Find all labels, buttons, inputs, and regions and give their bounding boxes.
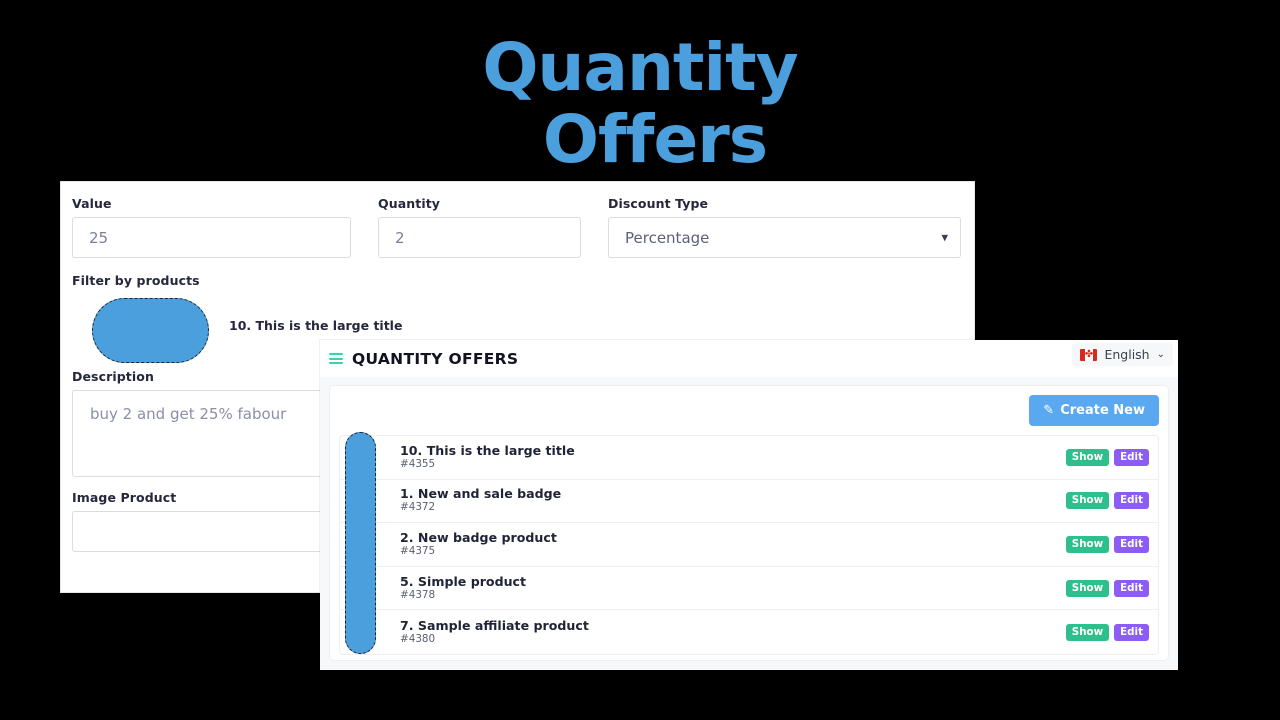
offer-row[interactable]: 1. New and sale badge #4372 Show Edit: [340, 480, 1158, 524]
offer-row[interactable]: 5. Simple product #4378 Show Edit: [340, 567, 1158, 611]
offer-texts: 1. New and sale badge #4372: [400, 487, 1066, 514]
show-button[interactable]: Show: [1065, 492, 1110, 510]
offer-title: 7. Sample affiliate product: [400, 617, 589, 633]
value-label: Value: [72, 196, 112, 211]
offer-title: 10. This is the large title: [400, 442, 575, 458]
show-button[interactable]: Show: [1065, 535, 1110, 553]
filter-by-products-label: Filter by products: [72, 273, 200, 288]
offer-texts: 10. This is the large title #4355: [400, 442, 1066, 471]
discount-type-selected-value: Percentage: [625, 228, 710, 247]
offer-texts: 2. New badge product #4375: [400, 529, 1066, 558]
offers-list: 10. This is the large title #4355 Show Edit…: [339, 435, 1159, 655]
form-top-row: Value 25 Quantity 2 Discount Type Percen…: [72, 196, 963, 258]
edit-button[interactable]: Edit: [1114, 535, 1149, 553]
offer-title: 2. New badge product: [400, 529, 557, 545]
show-button[interactable]: Show: [1065, 623, 1110, 641]
offer-row[interactable]: 10. This is the large title #4355 Show Edit: [340, 436, 1158, 480]
pencil-icon: ✎: [1043, 403, 1055, 418]
offer-row-actions: Show Edit: [1065, 623, 1158, 641]
offer-title: 5. Simple product: [400, 573, 527, 589]
offer-id: #4375: [400, 544, 436, 557]
discount-type-select[interactable]: Percentage ▾: [608, 217, 961, 258]
chevron-down-icon: ▾: [941, 230, 948, 245]
show-button[interactable]: Show: [1065, 448, 1110, 466]
discount-type-label: Discount Type: [608, 196, 709, 211]
value-input[interactable]: 25: [72, 217, 351, 258]
show-button[interactable]: Show: [1065, 579, 1110, 597]
offer-id: #4380: [400, 632, 436, 645]
canada-flag-icon: ✤: [1080, 348, 1098, 361]
edit-button[interactable]: Edit: [1114, 623, 1149, 641]
offer-row-actions: Show Edit: [1065, 492, 1158, 510]
offer-texts: 5. Simple product #4378: [400, 573, 1066, 602]
chevron-down-icon: ⌄: [1156, 349, 1165, 360]
app-title: QUANTITY OFFERS: [352, 349, 519, 368]
screenshot-root: Quantity Offers Value 25 Quantity 2 Disc…: [0, 0, 1280, 720]
edit-button[interactable]: Edit: [1114, 448, 1149, 466]
offer-id: #4355: [400, 457, 436, 470]
app-topbar: QUANTITY OFFERS ✤ English ⌄: [320, 340, 1178, 377]
page-title-line-1: Quantity: [482, 29, 798, 106]
selected-product-title: 10. This is the large title: [229, 318, 403, 333]
edit-button[interactable]: Edit: [1114, 579, 1149, 597]
app-content-area: ✎ Create New 10. This is the large title…: [320, 377, 1178, 670]
create-new-button-label: Create New: [1060, 403, 1145, 418]
quantity-label: Quantity: [378, 196, 441, 211]
offer-id: #4372: [400, 501, 436, 514]
offer-title: 1. New and sale badge: [400, 486, 562, 502]
offer-texts: 7. Sample affiliate product #4380: [400, 617, 1066, 646]
quantity-field-group: Quantity 2: [378, 196, 581, 258]
offer-row[interactable]: 2. New badge product #4375 Show Edit: [340, 523, 1158, 567]
offer-id: #4378: [400, 588, 436, 601]
quantity-input[interactable]: 2: [378, 217, 581, 258]
discount-type-field-group: Discount Type Percentage ▾: [608, 196, 961, 258]
offers-card: ✎ Create New 10. This is the large title…: [329, 385, 1169, 661]
page-title: Quantity Offers: [0, 32, 1280, 176]
offer-row[interactable]: 7. Sample affiliate product #4380 Show Edit: [340, 610, 1158, 654]
offer-list-highlight-annotation: [345, 432, 376, 654]
maple-leaf-glyph: ✤: [1084, 348, 1094, 360]
page-title-line-2: Offers: [542, 101, 768, 178]
offer-row-actions: Show Edit: [1065, 579, 1158, 597]
offer-row-actions: Show Edit: [1065, 535, 1158, 553]
create-new-button[interactable]: ✎ Create New: [1029, 395, 1159, 426]
offer-row-actions: Show Edit: [1065, 448, 1158, 466]
product-image-highlight-annotation: [92, 298, 209, 363]
language-selector[interactable]: ✤ English ⌄: [1072, 343, 1173, 366]
language-label: English: [1104, 347, 1150, 362]
hamburger-menu-icon[interactable]: [329, 351, 343, 367]
quantity-offers-app-panel: QUANTITY OFFERS ✤ English ⌄ ✎ Create New…: [320, 340, 1178, 670]
value-field-group: Value 25: [72, 196, 351, 258]
edit-button[interactable]: Edit: [1114, 492, 1149, 510]
